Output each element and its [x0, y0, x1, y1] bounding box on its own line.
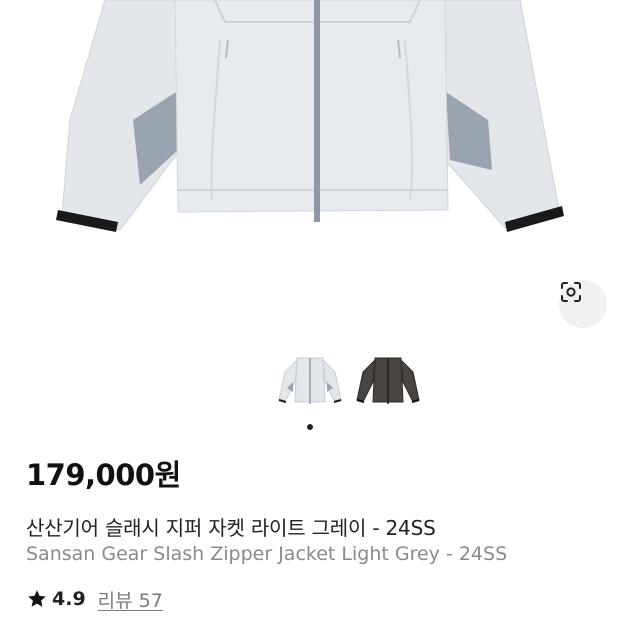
jacket-thumbnail-light — [278, 357, 342, 404]
product-title-english: Sansan Gear Slash Zipper Jacket Light Gr… — [26, 543, 508, 565]
product-image[interactable] — [0, 0, 620, 340]
rating-score: 4.9 — [52, 588, 86, 610]
product-price: 179,000원 — [26, 458, 181, 492]
visual-search-icon — [561, 282, 581, 302]
thumbnail-light-grey[interactable] — [275, 352, 345, 414]
jacket-photo — [56, 0, 564, 232]
star-icon — [28, 590, 46, 607]
thumbnail-strip — [0, 352, 620, 414]
thumbnail-dark-brown[interactable] — [353, 352, 423, 414]
pagination-dots — [0, 424, 620, 432]
visual-search-button[interactable] — [559, 280, 607, 328]
jacket-thumbnail-dark — [356, 357, 420, 404]
product-title-korean: 산산기어 슬래시 지퍼 자켓 라이트 그레이 - 24SS — [26, 516, 436, 540]
pagination-dot-active[interactable] — [307, 424, 313, 430]
rating-row: 4.9 리뷰 57 — [26, 586, 163, 612]
review-count-link[interactable]: 리뷰 57 — [98, 586, 163, 613]
